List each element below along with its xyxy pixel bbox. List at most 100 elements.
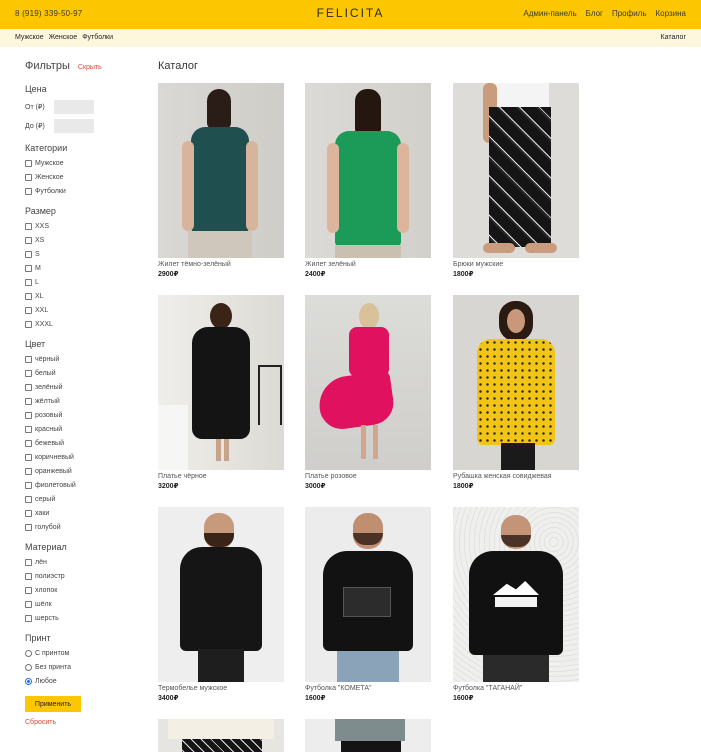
apply-filters-button[interactable]: Применить: [25, 696, 81, 712]
checkbox-box[interactable]: [25, 159, 32, 167]
color-checkbox[interactable]: фиолетовый: [25, 478, 135, 492]
product-image[interactable]: [305, 507, 431, 682]
size-checkbox[interactable]: XL: [25, 289, 135, 303]
product-image[interactable]: [305, 83, 431, 258]
color-checkbox[interactable]: розовый: [25, 408, 135, 422]
color-checkbox[interactable]: оранжевый: [25, 464, 135, 478]
checkbox-box[interactable]: [25, 572, 32, 580]
product-name[interactable]: Платье чёрное: [158, 473, 284, 482]
product-image[interactable]: [453, 83, 579, 258]
product-image[interactable]: [158, 83, 284, 258]
product-image[interactable]: [158, 295, 284, 470]
product-name[interactable]: Рубашка женская совиджевая: [453, 473, 579, 482]
checkbox-box[interactable]: [25, 411, 32, 419]
checkbox-box[interactable]: [25, 523, 32, 531]
checkbox-box[interactable]: [25, 439, 32, 447]
color-checkbox[interactable]: бежевый: [25, 436, 135, 450]
product-name[interactable]: Жилет тёмно-зелёный: [158, 261, 284, 270]
category-link-tshirts[interactable]: Футболки: [82, 34, 113, 41]
product-name[interactable]: Термобелье мужское: [158, 685, 284, 694]
nav-admin-panel[interactable]: Админ-панель: [523, 9, 576, 18]
product-card[interactable]: Жилет зелёный 2400₽: [305, 83, 431, 279]
product-image[interactable]: [305, 295, 431, 470]
checkbox-box[interactable]: [25, 495, 32, 503]
checkbox-box[interactable]: [25, 236, 32, 244]
material-checkbox[interactable]: полиэстр: [25, 569, 135, 583]
nav-blog[interactable]: Блог: [586, 9, 603, 18]
product-name[interactable]: Футболка "ТАГАНАЙ": [453, 685, 579, 694]
size-checkbox[interactable]: M: [25, 261, 135, 275]
checkbox-box[interactable]: [25, 250, 32, 258]
material-checkbox[interactable]: хлопок: [25, 583, 135, 597]
checkbox-box[interactable]: [25, 509, 32, 517]
size-checkbox[interactable]: L: [25, 275, 135, 289]
checkbox-box[interactable]: [25, 586, 32, 594]
product-name[interactable]: Брюки мужские: [453, 261, 579, 270]
category-checkbox[interactable]: Футболки: [25, 184, 135, 198]
reset-filters-link[interactable]: Сбросить: [25, 719, 135, 726]
product-card[interactable]: Футболка "КОМЕТА" 1600₽: [305, 507, 431, 703]
color-checkbox[interactable]: белый: [25, 366, 135, 380]
checkbox-box[interactable]: [25, 600, 32, 608]
material-checkbox[interactable]: шёлк: [25, 597, 135, 611]
product-card[interactable]: Платье розовое 3000₽: [305, 295, 431, 491]
category-checkbox[interactable]: Мужское: [25, 156, 135, 170]
color-checkbox[interactable]: серый: [25, 492, 135, 506]
checkbox-box[interactable]: [25, 355, 32, 363]
product-card[interactable]: Платье чёрное 3200₽: [158, 295, 284, 491]
size-checkbox[interactable]: S: [25, 247, 135, 261]
nav-cart[interactable]: Корзина: [656, 9, 686, 18]
product-image[interactable]: [158, 719, 284, 752]
checkbox-box[interactable]: [25, 614, 32, 622]
product-card[interactable]: Жилет тёмно-зелёный 2900₽: [158, 83, 284, 279]
checkbox-box[interactable]: [25, 278, 32, 286]
checkbox-box[interactable]: [25, 222, 32, 230]
checkbox-box[interactable]: [25, 306, 32, 314]
catalog-link[interactable]: Каталог: [661, 34, 686, 41]
color-checkbox[interactable]: красный: [25, 422, 135, 436]
category-checkbox[interactable]: Женское: [25, 170, 135, 184]
checkbox-box[interactable]: [25, 320, 32, 328]
checkbox-box[interactable]: [25, 383, 32, 391]
product-image[interactable]: [158, 507, 284, 682]
product-card[interactable]: Футболка "ТАГАНАЙ" 1600₽: [453, 507, 579, 703]
product-card[interactable]: Термобелье мужское 3400₽: [158, 507, 284, 703]
color-checkbox[interactable]: голубой: [25, 520, 135, 534]
checkbox-box[interactable]: [25, 481, 32, 489]
print-radio[interactable]: С принтом: [25, 646, 135, 660]
checkbox-box[interactable]: [25, 397, 32, 405]
checkbox-box[interactable]: [25, 425, 32, 433]
size-checkbox[interactable]: XS: [25, 233, 135, 247]
color-checkbox[interactable]: жёлтый: [25, 394, 135, 408]
checkbox-box[interactable]: [25, 187, 32, 195]
checkbox-box[interactable]: [25, 558, 32, 566]
checkbox-box[interactable]: [25, 467, 32, 475]
price-to-input[interactable]: [54, 118, 94, 133]
category-link-women[interactable]: Женское: [49, 34, 78, 41]
product-card[interactable]: [158, 719, 284, 752]
nav-profile[interactable]: Профиль: [612, 9, 647, 18]
product-name[interactable]: Футболка "КОМЕТА": [305, 685, 431, 694]
checkbox-box[interactable]: [25, 264, 32, 272]
product-image[interactable]: [453, 295, 579, 470]
color-checkbox[interactable]: чёрный: [25, 352, 135, 366]
material-checkbox[interactable]: шерсть: [25, 611, 135, 625]
checkbox-box[interactable]: [25, 369, 32, 377]
product-card[interactable]: Брюки мужские 1800₽: [453, 83, 579, 279]
product-card[interactable]: Рубашка женская совиджевая 1800₽: [453, 295, 579, 491]
product-image[interactable]: [305, 719, 431, 752]
checkbox-box[interactable]: [25, 173, 32, 181]
product-image[interactable]: [453, 507, 579, 682]
product-name[interactable]: Платье розовое: [305, 473, 431, 482]
hide-filters-link[interactable]: Скрыть: [78, 64, 102, 71]
size-checkbox[interactable]: XXL: [25, 303, 135, 317]
size-checkbox[interactable]: XXS: [25, 219, 135, 233]
radio-circle[interactable]: [25, 677, 32, 685]
color-checkbox[interactable]: коричневый: [25, 450, 135, 464]
radio-circle[interactable]: [25, 649, 32, 657]
size-checkbox[interactable]: XXXL: [25, 317, 135, 331]
product-name[interactable]: Жилет зелёный: [305, 261, 431, 270]
color-checkbox[interactable]: зелёный: [25, 380, 135, 394]
product-card[interactable]: [305, 719, 431, 752]
radio-circle[interactable]: [25, 663, 32, 671]
